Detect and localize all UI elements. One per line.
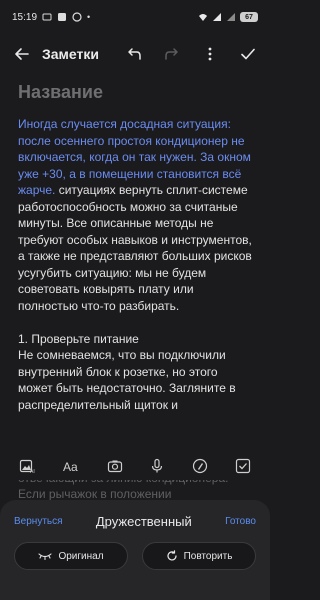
undo-icon	[128, 48, 141, 60]
save-button[interactable]	[234, 40, 262, 68]
paragraph-text: ситуациях вернуть сплит-системе работосп…	[18, 183, 252, 313]
microphone-icon[interactable]	[149, 458, 165, 474]
note-paragraph: Иногда случается досадная ситуация: посл…	[18, 116, 254, 314]
svg-text:Aa: Aa	[63, 460, 78, 474]
original-button[interactable]: Оригинал	[14, 542, 128, 570]
refresh-icon	[167, 550, 177, 561]
back-button[interactable]	[8, 40, 36, 68]
notification-icon	[42, 13, 52, 21]
ai-rewrite-panel: Вернуться Дружественный Готово Оригинал …	[0, 500, 270, 600]
note-title-input[interactable]: Название	[18, 82, 103, 103]
undo-button[interactable]	[120, 40, 148, 68]
redo-button[interactable]	[158, 40, 186, 68]
original-label: Оригинал	[58, 550, 104, 562]
checklist-icon[interactable]	[235, 458, 251, 474]
style-selector[interactable]: Дружественный	[96, 514, 192, 529]
back-link-button[interactable]: Вернуться	[14, 516, 63, 527]
done-button[interactable]: Готово	[225, 516, 256, 527]
gallery-icon	[58, 13, 67, 21]
svg-text:AI: AI	[30, 469, 35, 474]
message-icon	[72, 12, 82, 22]
sim-icon	[227, 13, 235, 21]
more-notifications-icon: •	[87, 12, 91, 22]
note-body-editor[interactable]: Иногда случается досадная ситуация: посл…	[18, 116, 254, 413]
signal-icon	[213, 13, 221, 21]
battery-icon: 67	[240, 12, 258, 22]
pen-draw-icon[interactable]	[192, 458, 208, 474]
image-ai-icon[interactable]: AI	[19, 458, 35, 474]
more-options-button[interactable]	[196, 40, 224, 68]
note-heading: 1. Проверьте питание	[18, 331, 139, 346]
formatting-toolbar: AI Aa	[0, 452, 270, 480]
status-time: 15:19	[12, 11, 38, 23]
repeat-label: Повторить	[183, 550, 233, 562]
eye-closed-icon	[38, 553, 53, 561]
redo-icon	[165, 48, 178, 60]
status-bar: 15:19 • 67	[0, 0, 270, 34]
repeat-button[interactable]: Повторить	[142, 542, 256, 570]
checkmark-icon	[241, 48, 255, 60]
page-title: Заметки	[42, 46, 99, 62]
arrow-left-icon	[15, 48, 29, 60]
wifi-icon	[199, 14, 207, 21]
text-format-icon[interactable]: Aa	[62, 458, 80, 474]
note-paragraph-2: Не сомневаемся, что вы подключили внутре…	[18, 348, 236, 412]
note-toolbar: Заметки	[0, 34, 270, 74]
more-vertical-icon	[208, 47, 212, 61]
camera-icon[interactable]	[107, 458, 123, 474]
